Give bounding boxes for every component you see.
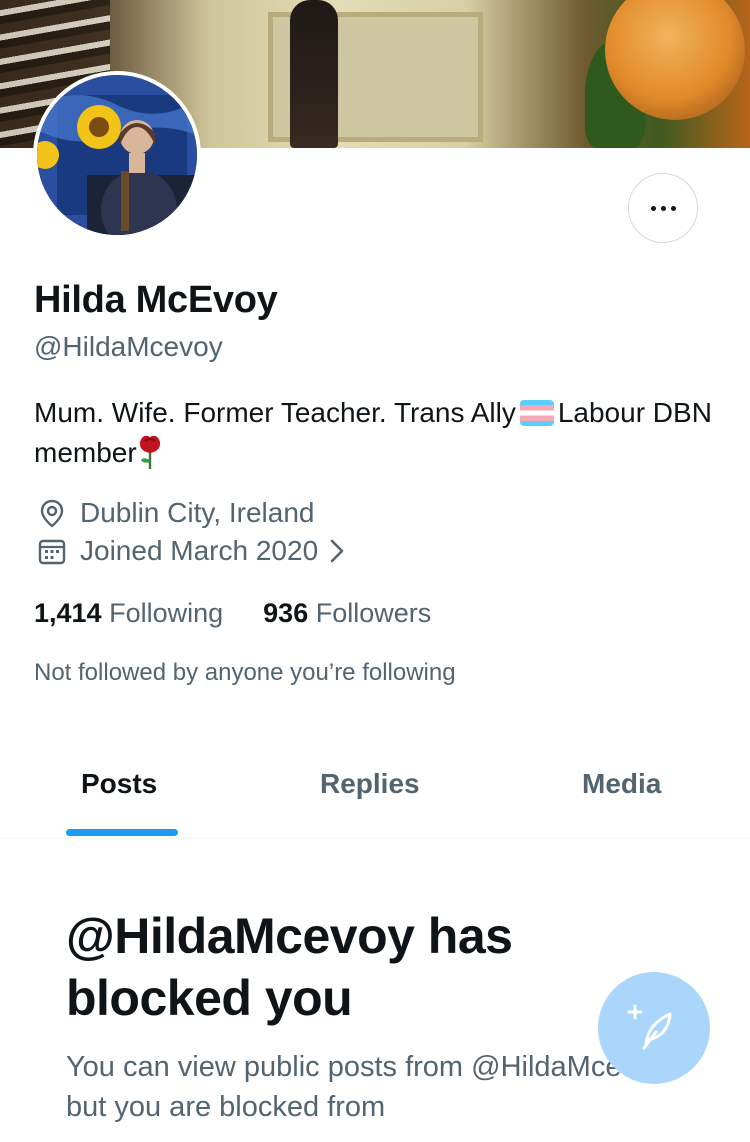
handle: @HildaMcevoy: [34, 331, 223, 362]
transgender-flag-icon: [519, 400, 554, 426]
tab-replies[interactable]: Replies: [320, 768, 420, 800]
tab-posts[interactable]: Posts: [81, 768, 157, 800]
location-row: Dublin City, Ireland: [36, 497, 314, 529]
followed-by-note: Not followed by anyone you’re following: [34, 659, 456, 686]
more-options-button[interactable]: [628, 173, 698, 243]
active-tab-indicator: [66, 829, 178, 836]
display-name: Hilda McEvoy: [34, 279, 278, 321]
followers-stat[interactable]: 936 Followers: [263, 598, 431, 629]
bio: Mum. Wife. Former Teacher. Trans Ally Lab…: [34, 393, 724, 473]
location-pin-icon: [36, 497, 68, 529]
following-count: 1,414: [34, 598, 102, 628]
tab-media[interactable]: Media: [582, 768, 661, 800]
more-options-icon: [650, 205, 676, 211]
bio-text-1: Mum. Wife. Former Teacher. Trans Ally: [34, 397, 516, 428]
joined-row[interactable]: Joined March 2020: [36, 535, 346, 567]
profile-tabs: Posts Replies Media: [0, 740, 750, 839]
compose-post-button[interactable]: [598, 972, 710, 1084]
follow-stats: 1,414 Following 936 Followers: [34, 598, 431, 629]
calendar-icon: [36, 535, 68, 567]
joined-text: Joined March 2020: [80, 535, 319, 566]
followers-label: Followers: [315, 598, 432, 628]
avatar[interactable]: [33, 71, 201, 239]
compose-post-icon: [627, 1004, 672, 1050]
banner-figure: [290, 0, 338, 148]
blocked-title: @HildaMcevoy has blocked you: [66, 908, 513, 1026]
chevron-right-icon: [330, 539, 344, 563]
rose-icon: [139, 435, 160, 469]
location-text: Dublin City, Ireland: [80, 497, 315, 528]
following-label: Following: [109, 598, 224, 628]
followers-count: 936: [263, 598, 309, 628]
following-stat[interactable]: 1,414 Following: [34, 598, 223, 629]
